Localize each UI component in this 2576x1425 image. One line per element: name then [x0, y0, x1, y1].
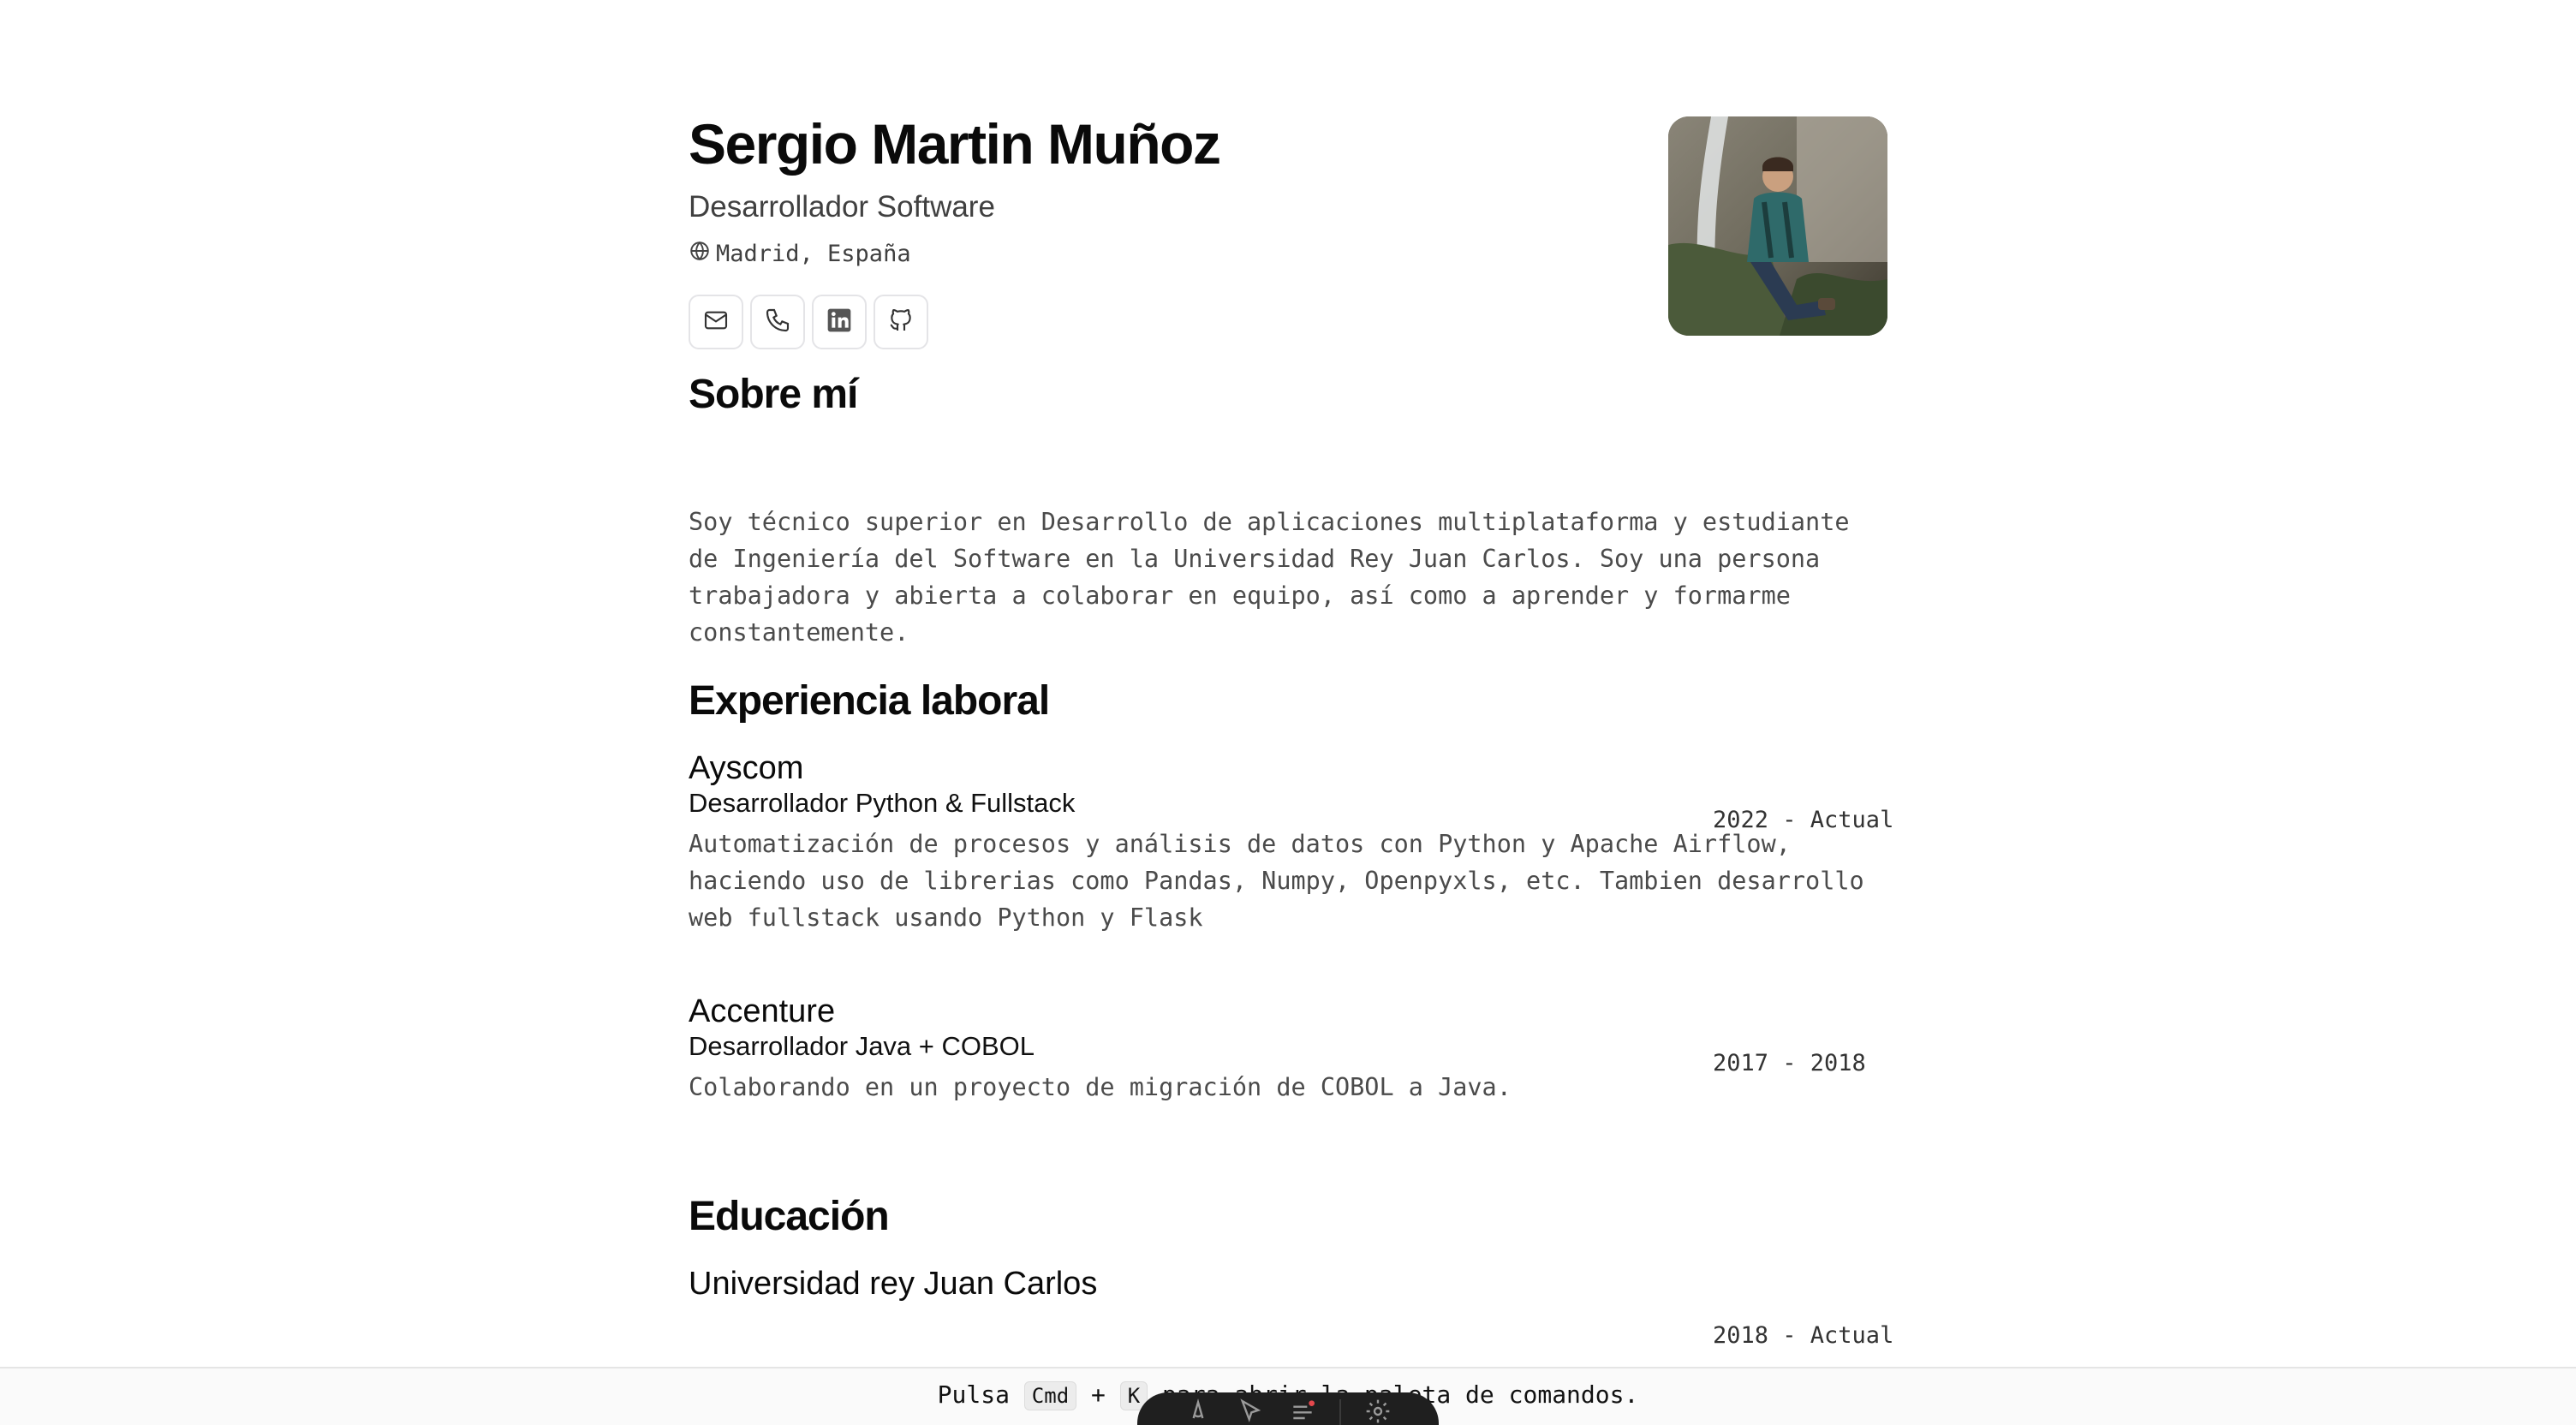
location-text: Madrid, España [716, 240, 911, 267]
job-description: Automatización de procesos y análisis de… [689, 830, 1864, 932]
hint-plus: + [1091, 1380, 1106, 1409]
toolbar-button-settings[interactable] [1363, 1399, 1393, 1423]
globe-icon [689, 240, 711, 268]
mail-icon [702, 307, 730, 338]
education-title: Educación [689, 1194, 890, 1239]
astro-icon [1184, 1398, 1212, 1425]
profile-photo [1668, 116, 1887, 336]
about-text: Soy técnico superior en Desarrollo de ap… [689, 508, 1850, 647]
linkedin-button[interactable] [812, 295, 867, 349]
toolbar-button-audit[interactable] [1287, 1399, 1318, 1423]
kbd-cmd: Cmd [1023, 1381, 1077, 1410]
github-button[interactable] [874, 295, 928, 349]
cv-page: Sergio Martin Muñoz Desarrollador Softwa… [0, 0, 2576, 1425]
profile-role: Desarrollador Software [689, 190, 995, 224]
phone-icon [764, 307, 791, 338]
profile-location: Madrid, España [689, 238, 911, 269]
github-icon [887, 307, 915, 338]
toolbar-button-astro[interactable] [1183, 1398, 1213, 1423]
education-school: Universidad rey Juan Carlos [689, 1266, 1098, 1302]
job-company: Ayscom [689, 750, 804, 786]
experience-title: Experiencia laboral [689, 678, 1050, 724]
profile-name: Sergio Martin Muñoz [689, 112, 1221, 176]
job-title: Desarrollador Python & Fullstack [689, 788, 1076, 818]
job-description: Colaborando en un proyecto de migración … [689, 1073, 1512, 1101]
toolbar-divider [1339, 1399, 1342, 1425]
job-company: Accenture [689, 993, 836, 1029]
about-title: Sobre mí [689, 372, 858, 417]
menu-icon [1289, 1398, 1316, 1425]
gear-icon [1364, 1398, 1392, 1425]
cursor-icon [1237, 1398, 1264, 1425]
email-button[interactable] [689, 295, 743, 349]
contact-links [689, 295, 928, 349]
toolbar-button-inspect[interactable] [1235, 1398, 1266, 1423]
phone-button[interactable] [750, 295, 805, 349]
linkedin-icon [826, 307, 853, 338]
education-date: 2018 - Actual [1713, 1322, 1894, 1349]
job-title: Desarrollador Java + COBOL [689, 1031, 1035, 1061]
dev-toolbar [1137, 1392, 1439, 1425]
hint-prefix: Pulsa [937, 1380, 1010, 1409]
